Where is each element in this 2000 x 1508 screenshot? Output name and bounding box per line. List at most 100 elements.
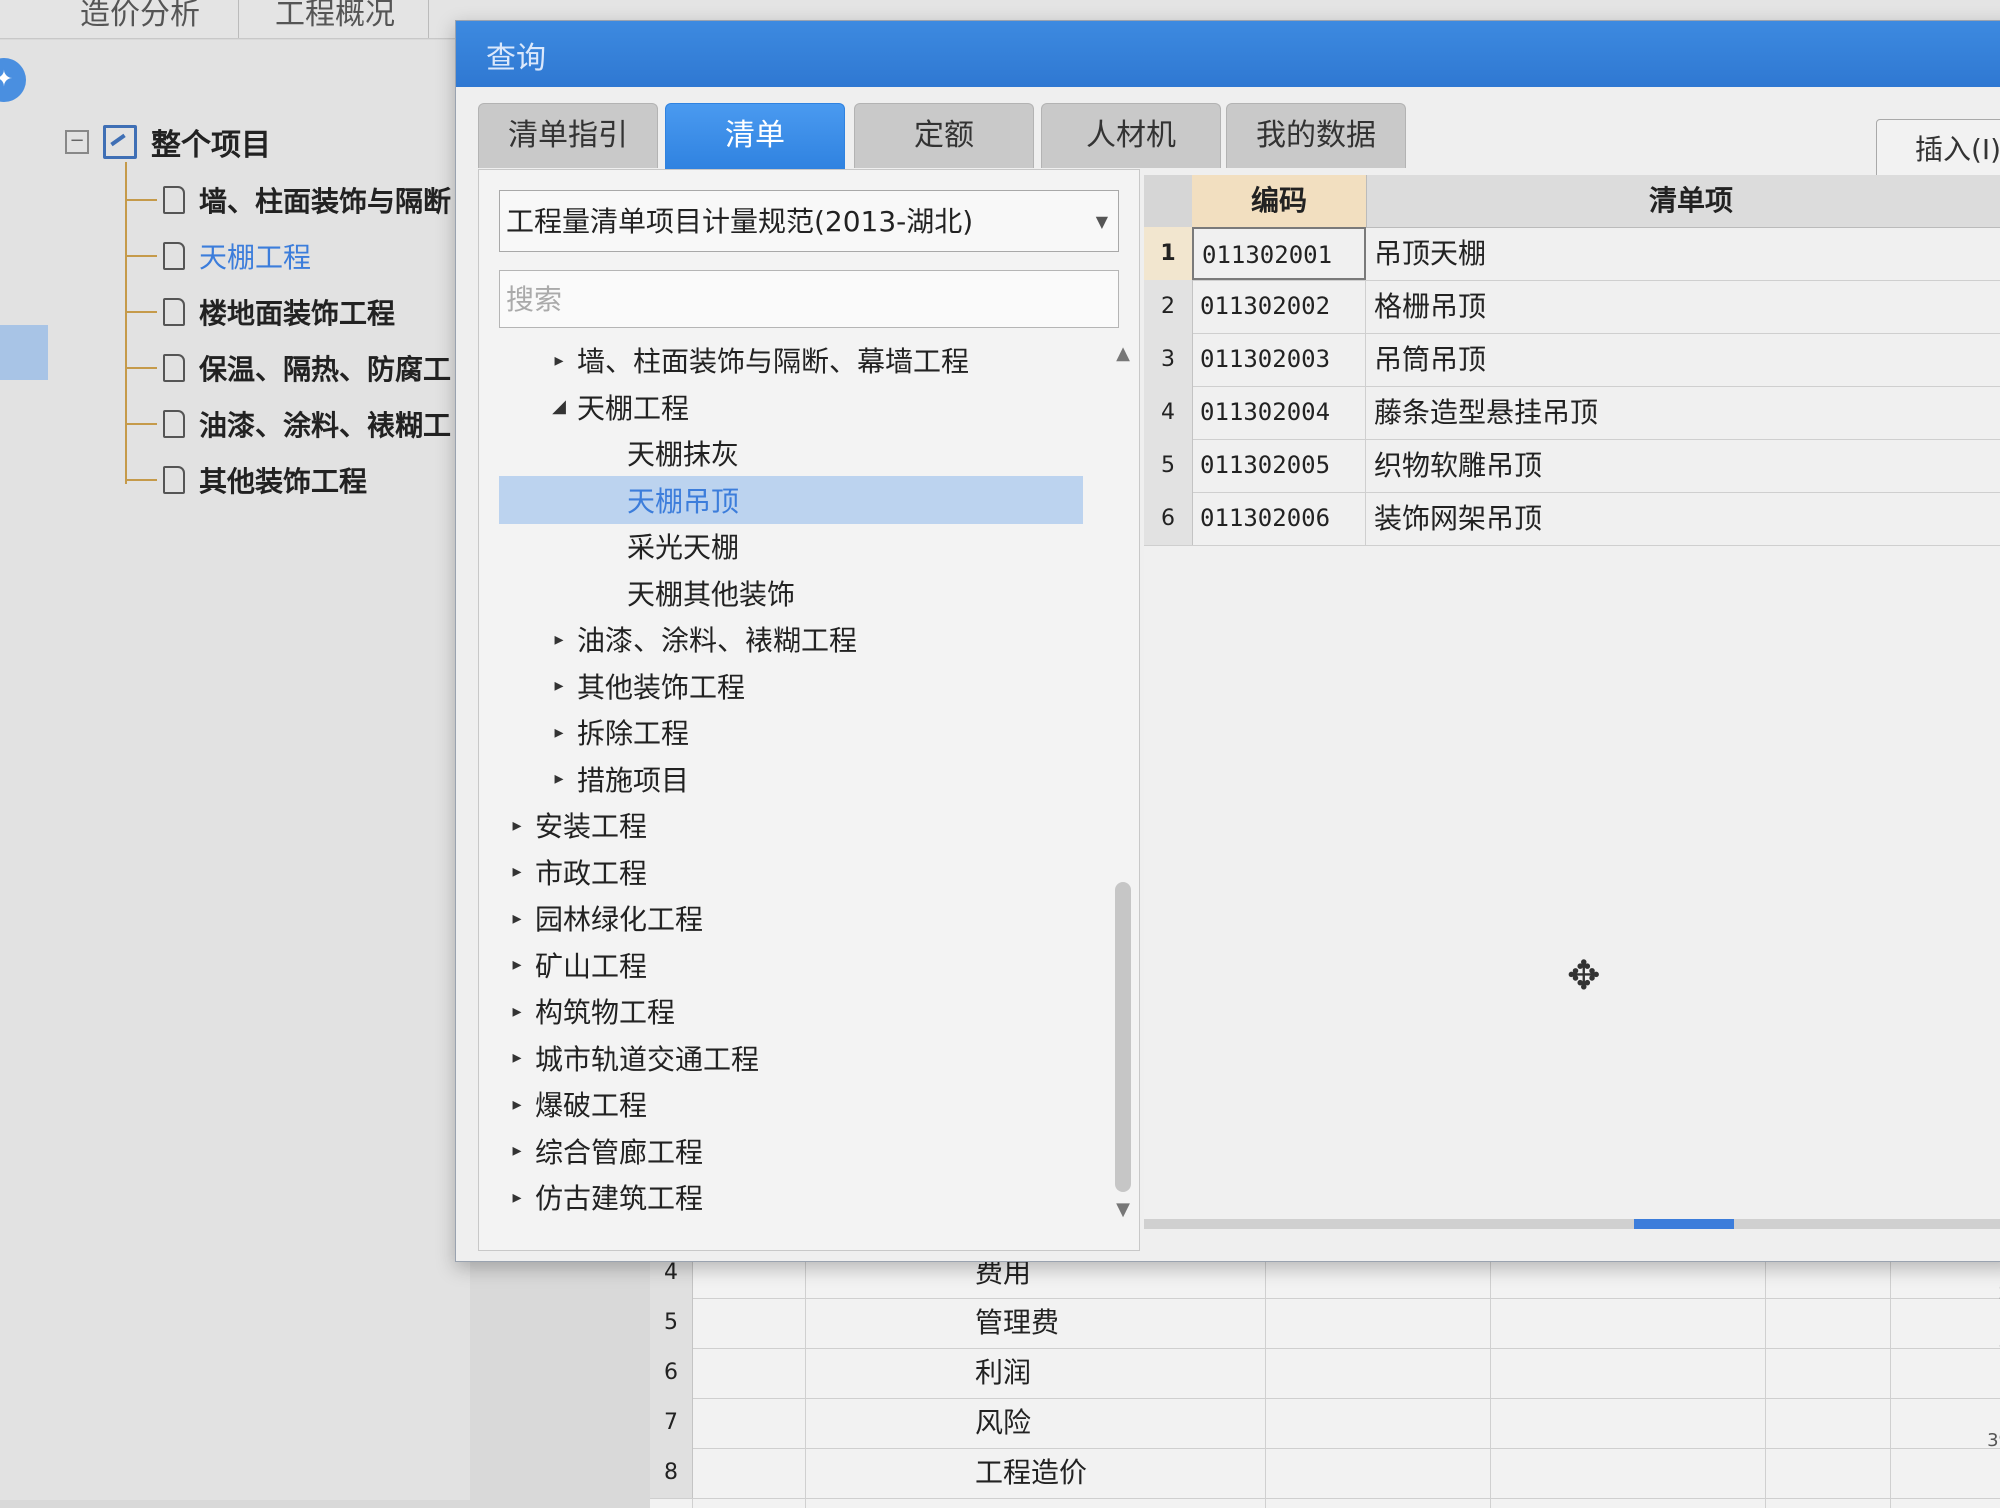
bg-grid-row[interactable]: 6 利润 — [650, 1348, 2000, 1399]
bill-code-cell[interactable]: 011302005 — [1192, 439, 1366, 492]
expand-arrow-icon[interactable]: ▸ — [499, 1187, 535, 1208]
insert-button[interactable]: 插入(I) — [1876, 119, 2000, 179]
bill-item-name-cell[interactable]: 格栅吊顶 — [1374, 280, 1486, 333]
expand-arrow-icon[interactable]: ▸ — [541, 629, 577, 650]
tab-bill-guide[interactable]: 清单指引 — [478, 103, 658, 168]
category-item[interactable]: ▸ 措施项目 — [541, 757, 689, 801]
tree-node[interactable]: 其他装饰工程 — [127, 452, 367, 508]
cost-name: 工程造价 — [975, 1456, 1088, 1489]
tree-connector — [127, 311, 157, 313]
document-icon — [163, 298, 185, 326]
grid-header: 编码 清单项 — [1144, 175, 2000, 228]
expanded-arrow-icon[interactable]: ◢ — [541, 396, 577, 417]
category-item[interactable]: ▸ 仿古建筑工程 — [499, 1175, 703, 1219]
category-item[interactable]: 天棚其他装饰 — [591, 571, 795, 615]
chevron-down-icon[interactable]: ▼ — [1096, 191, 1108, 251]
table-row[interactable]: 4 011302004 藤条造型悬挂吊顶 — [1144, 386, 2000, 440]
category-item[interactable]: ▸ 爆破工程 — [499, 1082, 647, 1126]
bg-grid-row[interactable]: 7 风险 — [650, 1398, 2000, 1449]
expand-arrow-icon[interactable]: ▸ — [499, 815, 535, 836]
tree-node[interactable]: 保温、隔热、防腐工 — [127, 340, 451, 396]
category-item[interactable]: ▸ 构筑物工程 — [499, 989, 675, 1033]
category-item[interactable]: ▸ 园林绿化工程 — [499, 896, 703, 940]
column-header-code[interactable]: 编码 — [1192, 175, 1367, 227]
dialog-title-bar[interactable]: 查询 — [456, 21, 2000, 87]
scroll-down-icon[interactable]: ▼ — [1111, 1198, 1135, 1222]
category-item[interactable]: ▸ 安装工程 — [499, 803, 647, 847]
category-item[interactable]: 天棚吊顶 — [591, 478, 739, 522]
row-number: 5 — [650, 1298, 693, 1348]
tree-connector — [127, 367, 157, 369]
expand-arrow-icon[interactable]: ▸ — [541, 768, 577, 789]
expand-arrow-icon[interactable]: ▸ — [499, 861, 535, 882]
expand-arrow-icon[interactable]: ▸ — [499, 908, 535, 929]
bill-item-name-cell[interactable]: 织物软雕吊顶 — [1374, 439, 1542, 492]
bill-code-cell[interactable]: 011302006 — [1192, 492, 1366, 545]
category-item[interactable]: ▸ 墙、柱面装饰与隔断、幕墙工程 — [541, 338, 969, 382]
bg-grid-row[interactable]: 8 工程造价 — [650, 1448, 2000, 1499]
category-item[interactable]: ▸ 市政工程 — [499, 850, 647, 894]
expand-arrow-icon[interactable]: ▸ — [499, 1140, 535, 1161]
collapse-icon[interactable]: − — [65, 130, 89, 154]
category-item[interactable]: ◢ 天棚工程 — [541, 385, 689, 429]
expand-arrow-icon[interactable]: ▸ — [541, 350, 577, 371]
grid-horizontal-scrollbar[interactable] — [1144, 1219, 2000, 1229]
search-input[interactable] — [499, 270, 1119, 328]
bill-item-name-cell[interactable]: 装饰网架吊顶 — [1374, 492, 1542, 545]
background-cost-grid: 4费用5管理费6利润7风险8工程造价 9 2 3 39 — [650, 1248, 2000, 1508]
scroll-thumb[interactable] — [1115, 882, 1131, 1192]
scroll-up-icon[interactable]: ▲ — [1111, 342, 1135, 366]
expand-arrow-icon[interactable]: ▸ — [499, 1094, 535, 1115]
tree-node[interactable]: 油漆、涂料、裱糊工 — [127, 396, 451, 452]
bill-code-cell[interactable]: 011302003 — [1192, 333, 1366, 386]
expand-arrow-icon[interactable]: ▸ — [499, 954, 535, 975]
tree-connector — [127, 479, 157, 481]
table-row[interactable]: 3 011302003 吊筒吊顶 — [1144, 333, 2000, 387]
category-item[interactable]: 采光天棚 — [591, 524, 739, 568]
bg-grid-row[interactable]: 5 管理费 — [650, 1298, 2000, 1349]
category-label: 采光天棚 — [627, 531, 740, 564]
standard-select[interactable]: 工程量清单项目计量规范(2013-湖北) ▼ — [499, 190, 1119, 252]
category-scrollbar[interactable]: ▲ ▼ — [1111, 342, 1135, 1222]
category-item[interactable]: ▸ 综合管廊工程 — [499, 1129, 703, 1173]
table-row[interactable]: 6 011302006 装饰网架吊顶 — [1144, 492, 2000, 546]
category-item[interactable]: 天棚抹灰 — [591, 431, 739, 475]
tab-labor-material-machine[interactable]: 人材机 — [1041, 103, 1221, 168]
tab-my-data[interactable]: 我的数据 — [1226, 103, 1406, 168]
bill-code-cell[interactable]: 011302004 — [1192, 386, 1366, 439]
tree-node[interactable]: 天棚工程 — [127, 228, 311, 284]
background-selection-strip — [0, 325, 48, 380]
grid-corner[interactable] — [1144, 175, 1193, 227]
category-label: 墙、柱面装饰与隔断、幕墙工程 — [577, 345, 970, 378]
bill-item-name-cell[interactable]: 吊顶天棚 — [1374, 227, 1486, 280]
tab-quota[interactable]: 定额 — [854, 103, 1034, 168]
tree-root[interactable]: − 整个项目 — [65, 120, 271, 164]
table-row[interactable]: 5 011302005 织物软雕吊顶 — [1144, 439, 2000, 493]
bg-tab-project-overview[interactable]: 工程概况 — [275, 0, 395, 38]
row-number: 7 — [650, 1398, 693, 1448]
bg-tab-cost-analysis[interactable]: 造价分析 — [80, 0, 200, 38]
column-header-item[interactable]: 清单项 — [1366, 175, 2000, 227]
tab-bill[interactable]: 清单 — [665, 103, 845, 170]
tree-node[interactable]: 墙、柱面装饰与隔断 — [127, 172, 451, 228]
bill-item-name-cell[interactable]: 吊筒吊顶 — [1374, 333, 1486, 386]
expand-arrow-icon[interactable]: ▸ — [499, 1047, 535, 1068]
bill-code-cell[interactable]: 011302002 — [1192, 280, 1366, 333]
row-number: 6 — [650, 1348, 693, 1398]
table-row[interactable]: 2 011302002 格栅吊顶 — [1144, 280, 2000, 334]
expand-arrow-icon[interactable]: ▸ — [499, 1001, 535, 1022]
category-label: 园林绿化工程 — [535, 903, 704, 936]
category-item[interactable]: ▸ 矿山工程 — [499, 943, 647, 987]
category-item[interactable]: ▸ 城市轨道交通工程 — [499, 1036, 759, 1080]
expand-arrow-icon[interactable]: ▸ — [541, 722, 577, 743]
bill-item-name-cell[interactable]: 藤条造型悬挂吊顶 — [1374, 386, 1598, 439]
category-item[interactable]: ▸ 其他装饰工程 — [541, 664, 745, 708]
tree-connector — [127, 255, 157, 257]
category-item[interactable]: ▸ 拆除工程 — [541, 710, 689, 754]
bill-code-cell[interactable]: 011302001 — [1192, 227, 1366, 280]
category-item[interactable]: ▸ 油漆、涂料、裱糊工程 — [541, 617, 857, 661]
expand-arrow-icon[interactable]: ▸ — [541, 675, 577, 696]
table-row[interactable]: 1 011302001 吊顶天棚 — [1144, 227, 2000, 281]
scroll-thumb[interactable] — [1634, 1219, 1734, 1229]
tree-node[interactable]: 楼地面装饰工程 — [127, 284, 395, 340]
